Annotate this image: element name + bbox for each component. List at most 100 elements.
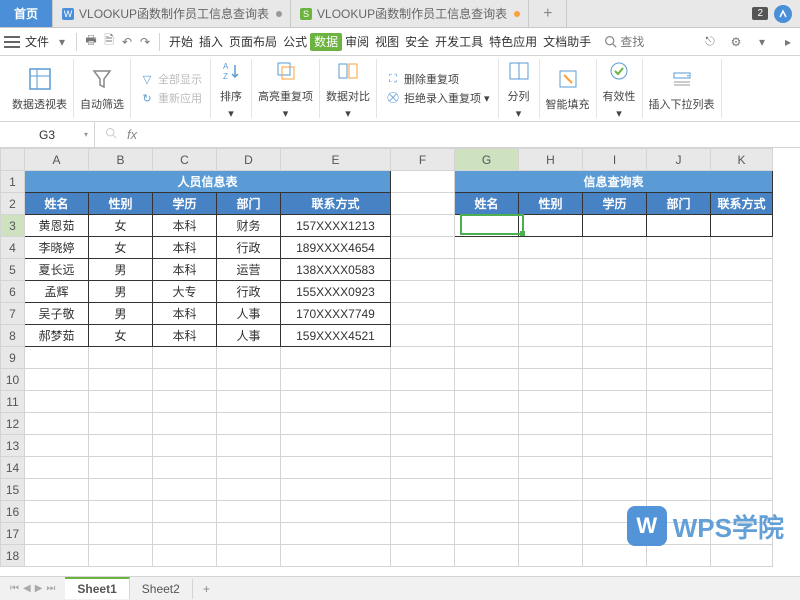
col-header-F[interactable]: F	[391, 149, 455, 171]
cell-G14[interactable]	[455, 457, 519, 479]
sort-button[interactable]: AZ 排序▾	[217, 57, 245, 120]
cell-D16[interactable]	[217, 501, 281, 523]
cell-G7[interactable]	[455, 303, 519, 325]
cell-B4[interactable]: 女	[89, 237, 153, 259]
search-button[interactable]: 查找	[604, 33, 644, 50]
menu-文档助手[interactable]: 文档助手	[540, 35, 594, 49]
cell-B17[interactable]	[89, 523, 153, 545]
cell-C6[interactable]: 大专	[153, 281, 217, 303]
row-header-1[interactable]: 1	[1, 171, 25, 193]
showall-button[interactable]: ▽ 全部显示	[137, 70, 204, 88]
name-box[interactable]: G3	[0, 122, 95, 147]
cell-K10[interactable]	[711, 369, 773, 391]
cell-C7[interactable]: 本科	[153, 303, 217, 325]
cell-I11[interactable]	[583, 391, 647, 413]
cell-K11[interactable]	[711, 391, 773, 413]
cell-G10[interactable]	[455, 369, 519, 391]
highlight-dup-button[interactable]: 高亮重复项▾	[258, 57, 313, 120]
row-header-12[interactable]: 12	[1, 413, 25, 435]
cell-A8[interactable]: 郝梦茹	[25, 325, 89, 347]
cell-J2[interactable]: 部门	[647, 193, 711, 215]
cell-C9[interactable]	[153, 347, 217, 369]
cell-A9[interactable]	[25, 347, 89, 369]
cell-C2[interactable]: 学历	[153, 193, 217, 215]
cell-E6[interactable]: 155XXXX0923	[281, 281, 391, 303]
preview-icon[interactable]: 🗎	[101, 34, 117, 50]
menu-开始[interactable]: 开始	[166, 35, 196, 49]
cell-F12[interactable]	[391, 413, 455, 435]
cell-H10[interactable]	[519, 369, 583, 391]
sheet-nav-last-icon[interactable]: ⏭	[46, 583, 55, 594]
cell-K3[interactable]	[711, 215, 773, 237]
file-menu[interactable]: 文件	[25, 33, 49, 50]
doc-tab-2[interactable]: S VLOOKUP函数制作员工信息查询表	[291, 0, 529, 27]
more-icon[interactable]: ▸	[780, 34, 796, 50]
cell-C16[interactable]	[153, 501, 217, 523]
cell-I3[interactable]	[583, 215, 647, 237]
minimize-icon[interactable]: ▾	[754, 34, 770, 50]
cell-D18[interactable]	[217, 545, 281, 567]
menu-审阅[interactable]: 审阅	[342, 35, 372, 49]
cell-H13[interactable]	[519, 435, 583, 457]
cell-H9[interactable]	[519, 347, 583, 369]
cell-B18[interactable]	[89, 545, 153, 567]
cell-E17[interactable]	[281, 523, 391, 545]
data-compare-button[interactable]: 数据对比▾	[326, 57, 370, 120]
row-header-8[interactable]: 8	[1, 325, 25, 347]
menu-页面布局[interactable]: 页面布局	[226, 35, 280, 49]
cell-E8[interactable]: 159XXXX4521	[281, 325, 391, 347]
cell-C15[interactable]	[153, 479, 217, 501]
cell-G12[interactable]	[455, 413, 519, 435]
cell-A3[interactable]: 黄恩茹	[25, 215, 89, 237]
add-sheet-button[interactable]: +	[193, 579, 220, 599]
sheet-nav-first-icon[interactable]: ⏮	[10, 583, 19, 594]
cell-J4[interactable]	[647, 237, 711, 259]
menu-插入[interactable]: 插入	[196, 35, 226, 49]
formula-input[interactable]	[147, 122, 800, 147]
cell-B5[interactable]: 男	[89, 259, 153, 281]
cell-G5[interactable]	[455, 259, 519, 281]
cell-E7[interactable]: 170XXXX7749	[281, 303, 391, 325]
cell-J8[interactable]	[647, 325, 711, 347]
cell-D17[interactable]	[217, 523, 281, 545]
col-header-A[interactable]: A	[25, 149, 89, 171]
cell-K7[interactable]	[711, 303, 773, 325]
cell-D12[interactable]	[217, 413, 281, 435]
del-dup-button[interactable]: ⛶ 删除重复项	[383, 70, 461, 88]
row-header-15[interactable]: 15	[1, 479, 25, 501]
cell-C17[interactable]	[153, 523, 217, 545]
cell-A5[interactable]: 夏长远	[25, 259, 89, 281]
cell-E13[interactable]	[281, 435, 391, 457]
row-header-6[interactable]: 6	[1, 281, 25, 303]
pivot-table-button[interactable]: 数据透视表	[12, 65, 67, 112]
cell-J14[interactable]	[647, 457, 711, 479]
cell-K18[interactable]	[711, 545, 773, 567]
cell-E18[interactable]	[281, 545, 391, 567]
cell-I6[interactable]	[583, 281, 647, 303]
cell-G8[interactable]	[455, 325, 519, 347]
cell-G18[interactable]	[455, 545, 519, 567]
cell-H17[interactable]	[519, 523, 583, 545]
cell-H11[interactable]	[519, 391, 583, 413]
col-header-E[interactable]: E	[281, 149, 391, 171]
cell-K2[interactable]: 联系方式	[711, 193, 773, 215]
cell-A4[interactable]: 李晓婷	[25, 237, 89, 259]
cell-I5[interactable]	[583, 259, 647, 281]
cell-D9[interactable]	[217, 347, 281, 369]
col-header-G[interactable]: G	[455, 149, 519, 171]
cell-D8[interactable]: 人事	[217, 325, 281, 347]
cell-I12[interactable]	[583, 413, 647, 435]
col-header-I[interactable]: I	[583, 149, 647, 171]
cell-E16[interactable]	[281, 501, 391, 523]
cell-B6[interactable]: 男	[89, 281, 153, 303]
cell-K12[interactable]	[711, 413, 773, 435]
cell-G3[interactable]	[455, 215, 519, 237]
cell-H5[interactable]	[519, 259, 583, 281]
cell-J13[interactable]	[647, 435, 711, 457]
cell-A14[interactable]	[25, 457, 89, 479]
undo-icon[interactable]: ↶	[119, 34, 135, 50]
add-tab-button[interactable]: +	[529, 0, 567, 27]
wps-cloud-icon[interactable]	[774, 5, 792, 23]
cell-F16[interactable]	[391, 501, 455, 523]
autofilter-button[interactable]: 自动筛选	[80, 65, 124, 112]
